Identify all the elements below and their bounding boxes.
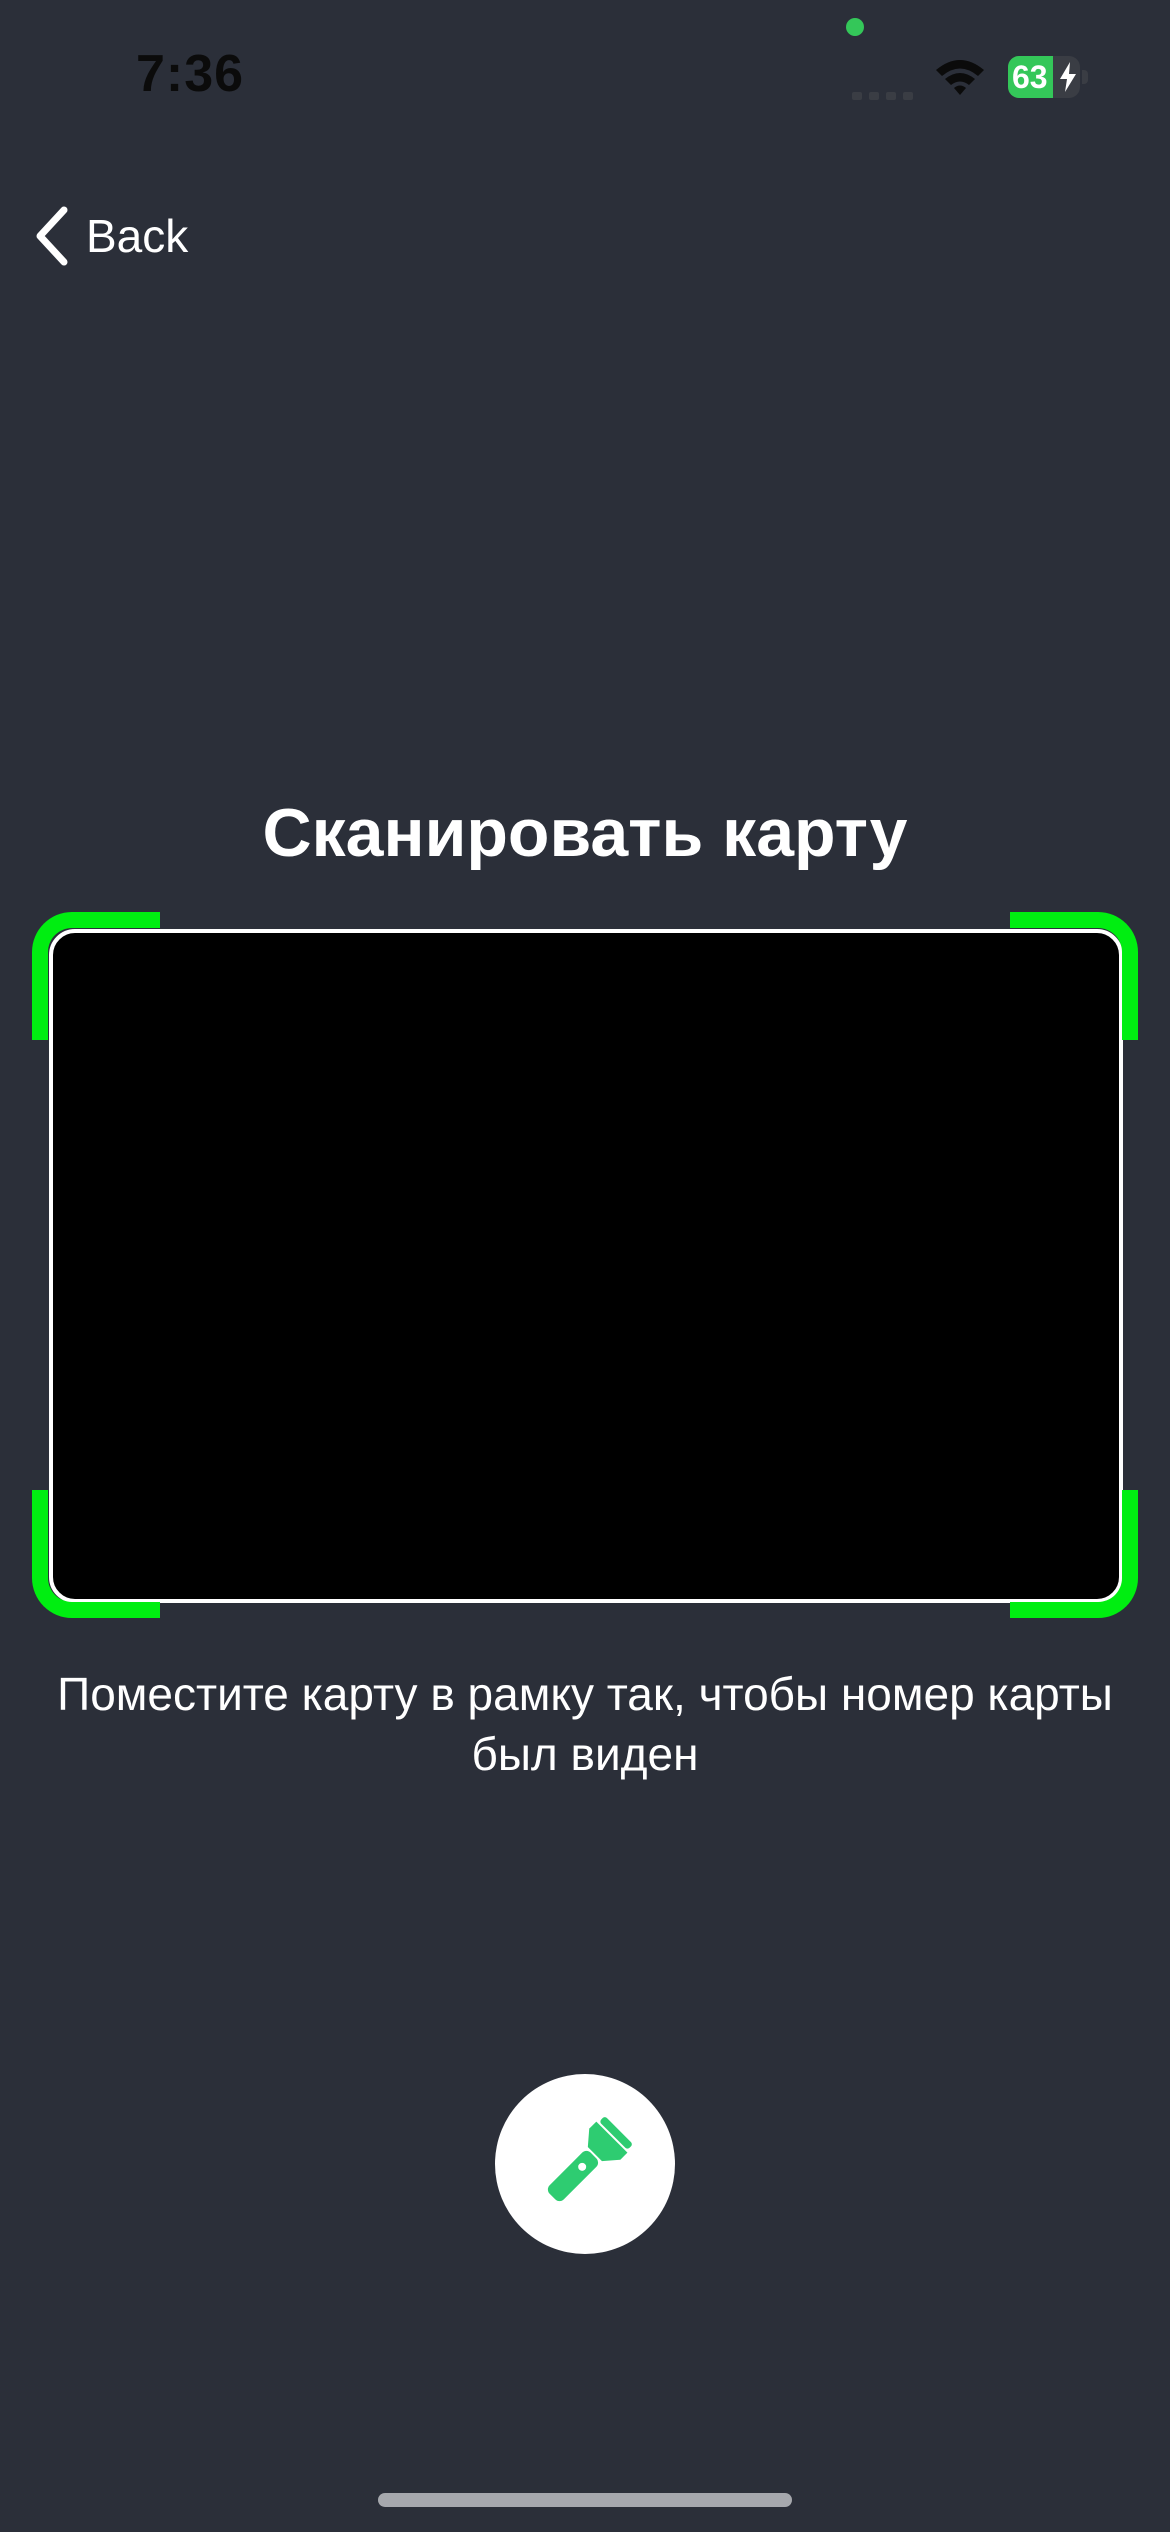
battery-body: 63 [1008,56,1080,98]
chevron-left-icon [36,206,68,266]
status-time: 7:36 [136,45,245,103]
page-title: Сканировать карту [262,795,908,871]
battery-icon: 63 [1008,56,1088,98]
card-scan-frame [32,912,1138,1618]
back-button[interactable]: Back [32,204,188,268]
frame-corner-top-left [32,912,160,1040]
battery-level: 63 [1012,59,1048,95]
wifi-icon [936,60,984,95]
privacy-indicator-dot [846,18,864,36]
charging-bolt-icon [1060,62,1076,92]
flashlight-icon [547,2117,632,2202]
home-indicator[interactable] [378,2493,792,2507]
flashlight-button[interactable] [495,2074,675,2254]
frame-corner-bottom-left [32,1490,160,1618]
signal-icon [852,92,913,100]
back-label: Back [86,210,189,262]
status-bar: 7:36 63 [0,0,1170,150]
frame-corner-bottom-right [1010,1490,1138,1618]
camera-preview [49,929,1123,1603]
battery-cap [1082,70,1088,84]
frame-corner-top-right [1010,912,1138,1040]
scan-instruction: Поместите карту в рамку так, чтобы номер… [57,1668,1113,1780]
